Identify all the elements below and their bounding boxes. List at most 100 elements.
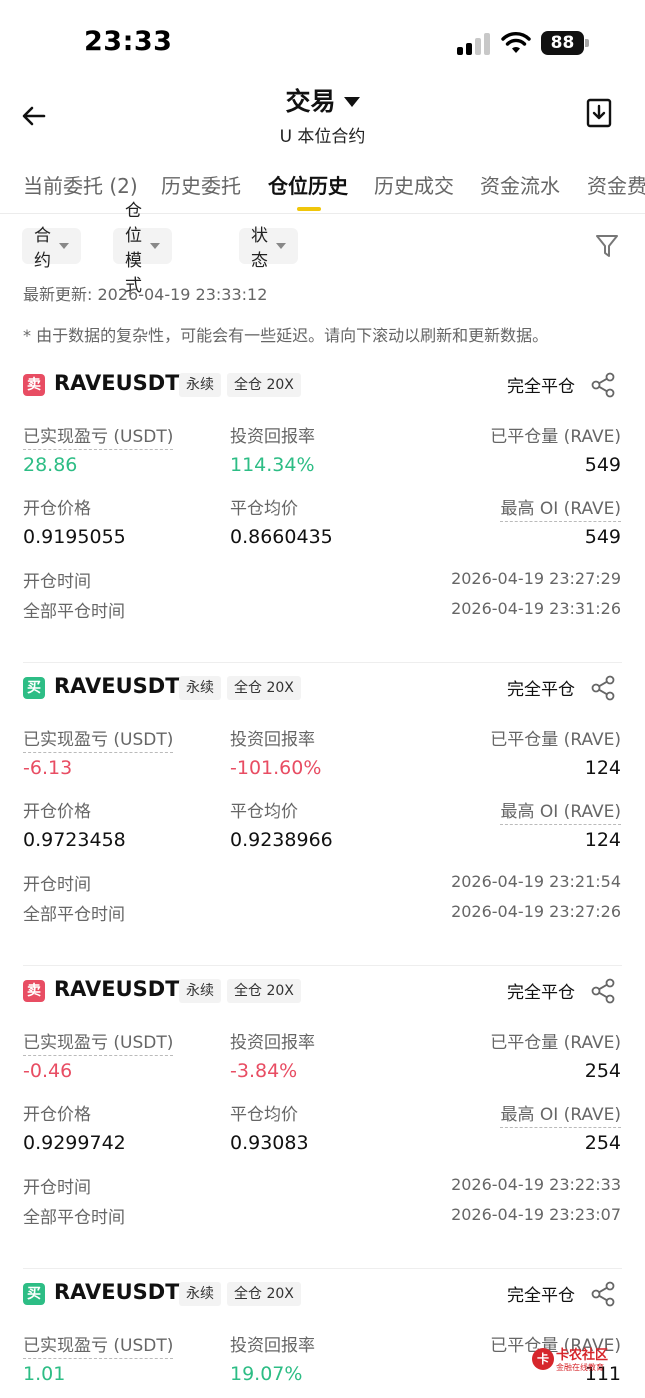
roi-label: 投资回报率	[230, 1033, 315, 1053]
watermark-icon: 卡	[532, 1348, 554, 1370]
roi-value: -101.60%	[230, 757, 322, 779]
open-price-value: 0.9195055	[23, 526, 126, 548]
title-block: 交易 U 本位合约	[0, 80, 645, 147]
position-card[interactable]: 卖 RAVEUSDT 永续 全仓 20X 完全平仓 已实现盈亏 (USDT) 投…	[0, 966, 645, 1269]
realized-pnl-label: 已实现盈亏 (USDT)	[23, 422, 174, 450]
realized-pnl-label: 已实现盈亏 (USDT)	[23, 725, 174, 753]
roi-label: 投资回报率	[230, 730, 315, 750]
avg-close-price-label: 平仓均价	[230, 802, 298, 822]
close-status: 完全平仓	[507, 983, 575, 1003]
open-price-value: 0.9723458	[23, 829, 126, 851]
order-tabs: 当前委托 (2) 历史委托 仓位历史 历史成交 资金流水 资金费	[0, 164, 645, 214]
position-card[interactable]: 卖 RAVEUSDT 永续 全仓 20X 完全平仓 已实现盈亏 (USDT) 投…	[0, 360, 645, 663]
open-time-value: 2026-04-19 23:22:33	[451, 1175, 621, 1194]
battery-icon: 88	[541, 31, 589, 55]
avg-close-price-value: 0.8660435	[230, 526, 333, 548]
active-tab-indicator	[297, 207, 321, 211]
margin-tag: 全仓 20X	[227, 373, 301, 397]
realized-pnl-label: 已实现盈亏 (USDT)	[23, 1028, 174, 1056]
realized-pnl-label: 已实现盈亏 (USDT)	[23, 1331, 174, 1359]
closed-qty-value: 124	[584, 757, 621, 779]
max-oi-value: 254	[584, 1132, 621, 1154]
symbol: RAVEUSDT	[54, 371, 180, 395]
last-updated-text: 最新更新: 2026-04-19 23:33:12	[23, 285, 268, 304]
close-time-label: 全部平仓时间	[23, 602, 125, 622]
caret-down-icon	[276, 243, 286, 249]
position-mode-filter[interactable]: 仓位模式	[113, 201, 172, 296]
open-price-label: 开仓价格	[23, 1105, 91, 1125]
tab-transaction-history[interactable]: 资金流水	[480, 170, 560, 199]
max-oi-label: 最高 OI (RAVE)	[500, 1100, 621, 1128]
battery-level: 88	[541, 31, 584, 55]
open-price-label: 开仓价格	[23, 499, 91, 519]
share-icon[interactable]	[590, 675, 616, 701]
cellular-signal-icon	[457, 33, 491, 55]
close-time-value: 2026-04-19 23:31:26	[451, 599, 621, 618]
watermark-tagline: 金融在线教育	[556, 1363, 604, 1372]
roi-value: -3.84%	[230, 1060, 298, 1082]
close-time-value: 2026-04-19 23:23:07	[451, 1205, 621, 1224]
market-type-dropdown[interactable]: 交易	[285, 82, 360, 118]
avg-close-price-value: 0.93083	[230, 1132, 309, 1154]
open-time-value: 2026-04-19 23:27:29	[451, 569, 621, 588]
wifi-icon	[501, 32, 531, 53]
perpetual-tag: 永续	[179, 979, 221, 1003]
realized-pnl-value: 28.86	[23, 454, 78, 476]
tab-position-history[interactable]: 仓位历史	[268, 170, 348, 199]
status-filter[interactable]: 状态	[239, 226, 298, 271]
closed-qty-value: 254	[584, 1060, 621, 1082]
status-bar: 23:33 88	[0, 0, 645, 88]
open-price-label: 开仓价格	[23, 802, 91, 822]
close-time-value: 2026-04-19 23:27:26	[451, 902, 621, 921]
share-icon[interactable]	[590, 978, 616, 1004]
share-icon[interactable]	[590, 1281, 616, 1307]
open-price-value: 0.9299742	[23, 1132, 126, 1154]
clock: 23:33	[84, 26, 173, 57]
symbol: RAVEUSDT	[54, 1280, 180, 1304]
roi-value: 19.07%	[230, 1363, 303, 1385]
margin-tag: 全仓 20X	[227, 979, 301, 1003]
header: 交易 U 本位合约	[0, 80, 645, 150]
funnel-filter-icon[interactable]	[595, 233, 619, 259]
closed-qty-label: 已平仓量 (RAVE)	[490, 427, 621, 447]
tab-order-history[interactable]: 历史委托	[161, 170, 241, 199]
share-icon[interactable]	[590, 372, 616, 398]
closed-qty-label: 已平仓量 (RAVE)	[490, 1033, 621, 1053]
margin-tag: 全仓 20X	[227, 1282, 301, 1306]
contract-filter[interactable]: 合约	[22, 226, 81, 271]
close-status: 完全平仓	[507, 377, 575, 397]
max-oi-value: 549	[584, 526, 621, 548]
position-card[interactable]: 买 RAVEUSDT 永续 全仓 20X 完全平仓 已实现盈亏 (USDT) 投…	[0, 663, 645, 966]
page-subtitle: U 本位合约	[279, 127, 366, 147]
tab-funding-fee[interactable]: 资金费	[587, 170, 645, 199]
download-icon[interactable]	[585, 97, 613, 129]
open-time-label: 开仓时间	[23, 572, 91, 592]
avg-close-price-label: 平仓均价	[230, 1105, 298, 1125]
close-status: 完全平仓	[507, 680, 575, 700]
margin-tag: 全仓 20X	[227, 676, 301, 700]
avg-close-price-label: 平仓均价	[230, 499, 298, 519]
closed-qty-value: 549	[584, 454, 621, 476]
realized-pnl-value: 1.01	[23, 1363, 66, 1385]
close-time-label: 全部平仓时间	[23, 905, 125, 925]
open-time-label: 开仓时间	[23, 1178, 91, 1198]
caret-down-icon	[343, 96, 360, 107]
position-card[interactable]: 买 RAVEUSDT 永续 全仓 20X 完全平仓 已实现盈亏 (USDT) 投…	[0, 1269, 645, 1398]
watermark-name: 卡农社区	[556, 1348, 609, 1363]
side-badge: 卖	[23, 980, 45, 1002]
page-title: 交易	[285, 87, 336, 116]
side-badge: 买	[23, 677, 45, 699]
perpetual-tag: 永续	[179, 373, 221, 397]
side-badge: 卖	[23, 374, 45, 396]
caret-down-icon	[150, 243, 160, 249]
roi-value: 114.34%	[230, 454, 315, 476]
tab-open-orders[interactable]: 当前委托 (2)	[23, 170, 138, 199]
perpetual-tag: 永续	[179, 676, 221, 700]
close-status: 完全平仓	[507, 1286, 575, 1306]
close-time-label: 全部平仓时间	[23, 1208, 125, 1228]
caret-down-icon	[59, 243, 69, 249]
delay-note: * 由于数据的复杂性，可能会有一些延迟。请向下滚动以刷新和更新数据。	[23, 326, 549, 345]
open-time-value: 2026-04-19 23:21:54	[451, 872, 621, 891]
tab-trade-history[interactable]: 历史成交	[374, 170, 454, 199]
roi-label: 投资回报率	[230, 427, 315, 447]
